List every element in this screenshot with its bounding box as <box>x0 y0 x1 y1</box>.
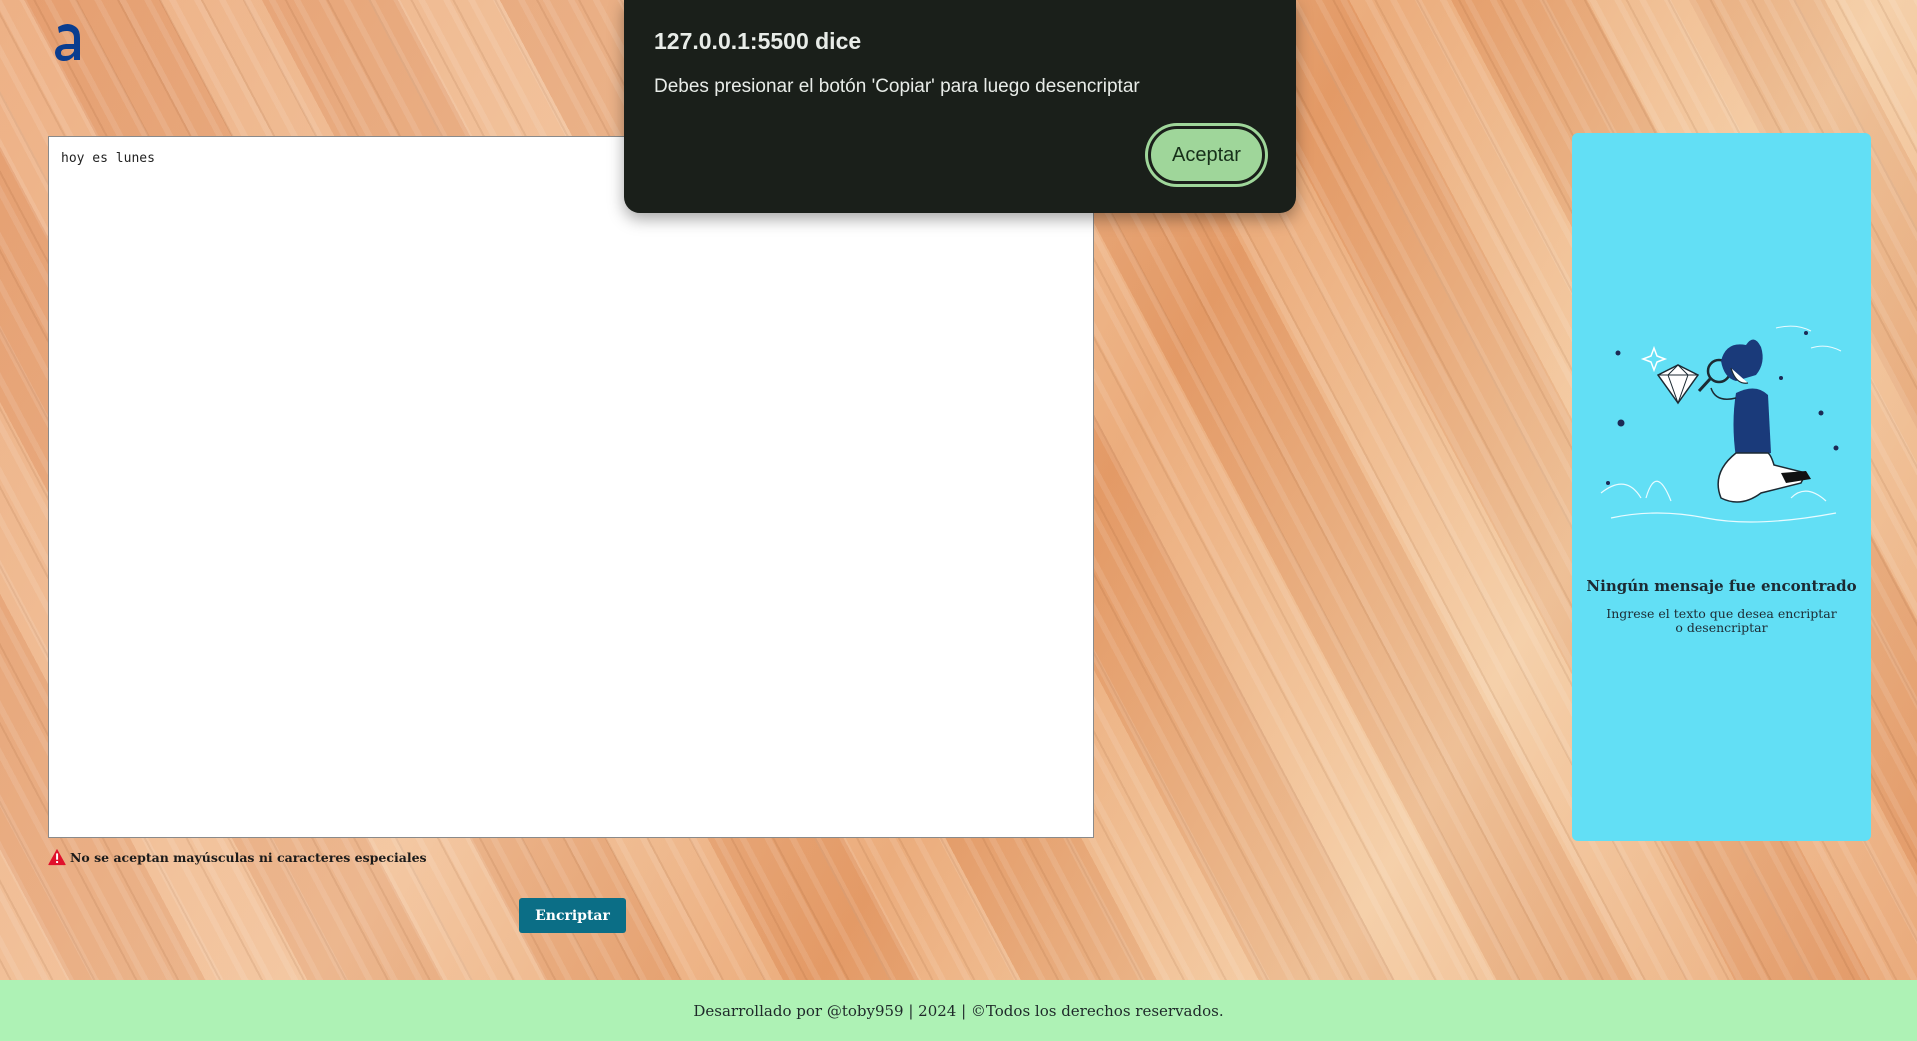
alert-dialog: 127.0.0.1:5500 dice Debes presionar el b… <box>624 0 1296 213</box>
result-panel: Ningún mensaje fue encontrado Ingrese el… <box>1572 133 1871 841</box>
message-input[interactable]: hoy es lunes <box>48 136 1094 838</box>
result-subtitle: Ingrese el texto que desea encriptar o d… <box>1606 606 1837 635</box>
person-with-magnifier-illustration <box>1600 325 1842 523</box>
dialog-accept-button[interactable]: Aceptar <box>1148 126 1265 184</box>
alura-logo-icon[interactable] <box>50 18 86 66</box>
footer-text: Desarrollado por @toby959 | 2024 | ©Todo… <box>693 1001 1224 1020</box>
footer: Desarrollado por @toby959 | 2024 | ©Todo… <box>0 980 1917 1041</box>
input-rules-warning: No se aceptan mayúsculas ni caracteres e… <box>48 848 427 866</box>
warning-triangle-icon <box>48 848 66 866</box>
warning-text: No se aceptan mayúsculas ni caracteres e… <box>70 849 427 865</box>
dialog-title: 127.0.0.1:5500 dice <box>654 28 862 54</box>
result-title: Ningún mensaje fue encontrado <box>1586 577 1857 595</box>
dialog-message: Debes presionar el botón 'Copiar' para l… <box>654 76 1140 97</box>
encrypt-button[interactable]: Encriptar <box>519 898 626 933</box>
